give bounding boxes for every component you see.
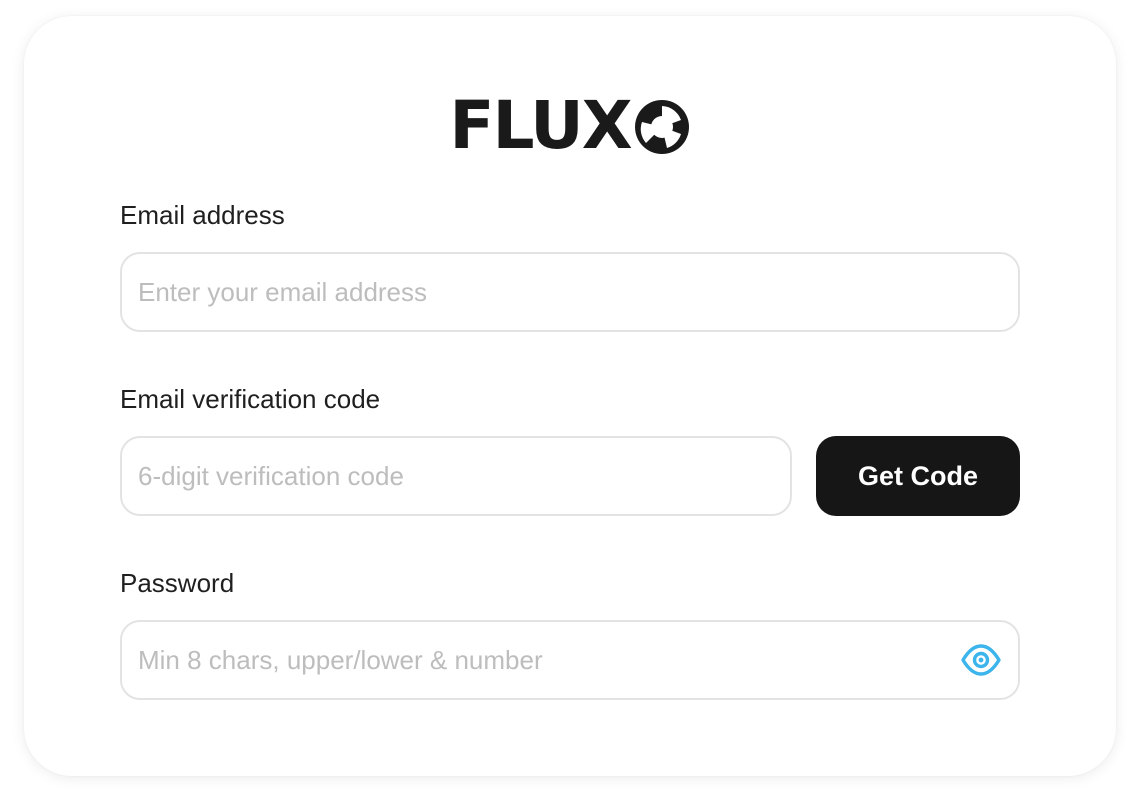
verification-code-placeholder: 6-digit verification code [138, 460, 404, 491]
brand-logo: FLUX [24, 86, 1116, 166]
email-input[interactable]: Enter your email address [120, 252, 1020, 332]
brand-logo-text: FLUX [449, 87, 632, 164]
password-label: Password [120, 568, 235, 598]
password-placeholder: Min 8 chars, upper/lower & number [138, 644, 543, 675]
password-input[interactable]: Min 8 chars, upper/lower & number [120, 620, 1020, 700]
get-code-button[interactable]: Get Code [816, 436, 1020, 516]
email-placeholder: Enter your email address [138, 276, 428, 307]
eye-icon[interactable] [960, 639, 1002, 681]
email-label: Email address [120, 200, 285, 230]
verification-code-input[interactable]: 6-digit verification code [120, 436, 792, 516]
verification-code-label: Email verification code [120, 384, 381, 414]
brand-logo-mark-icon [634, 100, 689, 154]
register-card: FLUX Email address Enter your email addr… [24, 16, 1116, 776]
